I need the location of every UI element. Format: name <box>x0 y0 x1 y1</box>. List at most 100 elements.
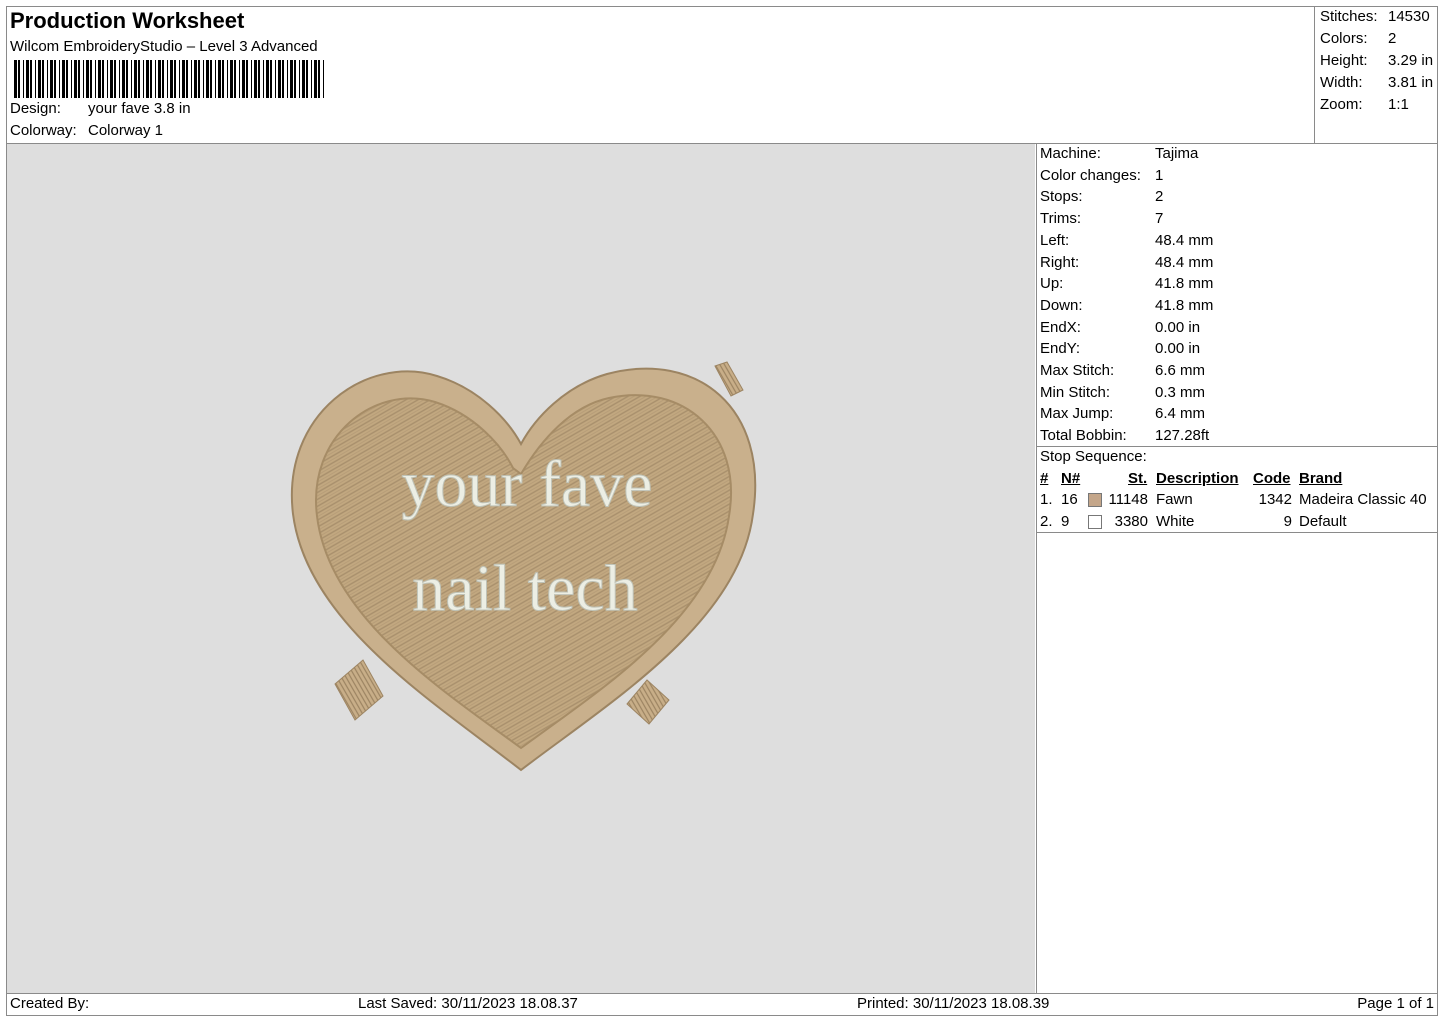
col-header-num: # <box>1040 470 1049 487</box>
machine-info-row: Trims: 7 <box>1040 210 1430 230</box>
machine-info-label: Down: <box>1040 296 1083 314</box>
col-header-description: Description <box>1156 470 1239 487</box>
col-header-code: Code <box>1253 470 1291 487</box>
machine-info-label: Min Stitch: <box>1040 383 1111 401</box>
machine-info-row: Down: 41.8 mm <box>1040 297 1430 317</box>
summary-value: 3.29 in <box>1388 52 1434 69</box>
machine-info-label: Left: <box>1040 231 1070 249</box>
embroidery-preview-image: your fave nail tech <box>290 361 757 772</box>
machine-info-label: Total Bobbin: <box>1040 427 1127 445</box>
summary-label: Height: <box>1320 52 1368 69</box>
colorway-row: Colorway: Colorway 1 <box>10 122 410 142</box>
colorway-value: Colorway 1 <box>88 122 164 139</box>
design-preview: your fave nail tech <box>7 144 1035 993</box>
machine-info-row: Min Stitch: 0.3 mm <box>1040 384 1430 404</box>
heart-text-line-1: your fave <box>401 448 652 521</box>
panel-divider <box>1036 143 1037 993</box>
barcode <box>14 60 324 98</box>
summary-row: Zoom: 1:1 <box>1320 96 1438 116</box>
machine-info-row: Right: 48.4 mm <box>1040 254 1430 274</box>
machine-info-value: 41.8 mm <box>1155 275 1214 293</box>
machine-info-value: 0.00 in <box>1155 318 1201 336</box>
row-stitches: 11148 <box>1108 491 1149 508</box>
row-description: White <box>1156 513 1195 530</box>
machine-info-value: 41.8 mm <box>1155 296 1214 314</box>
machine-info-value: 48.4 mm <box>1155 231 1214 249</box>
machine-info-label: Up: <box>1040 275 1064 293</box>
colorway-label: Colorway: <box>10 122 77 139</box>
machine-info-value: 1 <box>1155 166 1164 184</box>
summary-value: 2 <box>1388 30 1397 47</box>
machine-info-label: Machine: <box>1040 145 1101 162</box>
tab-bottom-left <box>334 659 384 721</box>
summary-value: 14530 <box>1388 8 1430 25</box>
row-stitches: 3380 <box>1114 513 1148 530</box>
worksheet-header: Production Worksheet Wilcom EmbroiderySt… <box>6 6 1314 143</box>
summary-row: Stitches: 14530 <box>1320 8 1438 28</box>
machine-info-row: Machine: Tajima <box>1040 145 1430 165</box>
machine-info-row: Stops: 2 <box>1040 188 1430 208</box>
summary-row: Width: 3.81 in <box>1320 74 1438 94</box>
summary-row: Colors: 2 <box>1320 30 1438 50</box>
summary-label: Width: <box>1320 74 1363 91</box>
color-swatch-fawn <box>1088 493 1102 507</box>
machine-info-label: Right: <box>1040 253 1080 271</box>
machine-info-row: Total Bobbin: 127.28ft <box>1040 427 1430 447</box>
machine-info-label: Stops: <box>1040 188 1083 206</box>
tab-bottom-right <box>626 679 670 725</box>
row-num: 2. <box>1040 513 1053 530</box>
row-n: 16 <box>1061 491 1078 508</box>
summary-label: Colors: <box>1320 30 1368 47</box>
col-header-st: St. <box>1128 470 1148 487</box>
printed-date: Printed: 30/11/2023 18.08.39 <box>857 995 1050 1012</box>
stop-sequence-table: # N# St. Description Code Brand 1. 16 11… <box>1040 470 1438 530</box>
col-header-brand: Brand <box>1299 470 1343 487</box>
machine-info-row: EndX: 0.00 in <box>1040 319 1430 339</box>
machine-info-row: Max Stitch: 6.6 mm <box>1040 362 1430 382</box>
worksheet-footer: Created By: Last Saved: 30/11/2023 18.08… <box>6 993 1438 1015</box>
machine-info-row: Max Jump: 6.4 mm <box>1040 405 1430 425</box>
design-row: Design: your fave 3.8 in <box>10 100 410 120</box>
machine-info-row: Left: 48.4 mm <box>1040 232 1430 252</box>
machine-info-value: 48.4 mm <box>1155 253 1214 271</box>
page-number: Page 1 of 1 <box>1357 995 1434 1012</box>
row-brand: Madeira Classic 40 <box>1299 491 1427 508</box>
machine-info-value: 0.3 mm <box>1155 383 1206 401</box>
stop-sequence-title: Stop Sequence: <box>1040 448 1147 465</box>
last-saved: Last Saved: 30/11/2023 18.08.37 <box>358 995 578 1012</box>
machine-info-value: 127.28ft <box>1155 427 1210 445</box>
summary-value: 3.81 in <box>1388 74 1434 91</box>
machine-info-value: 0.00 in <box>1155 340 1201 358</box>
machine-info-label: Color changes: <box>1040 166 1141 184</box>
row-code: 1342 <box>1258 491 1292 508</box>
machine-info-row: Color changes: 1 <box>1040 167 1430 187</box>
heart-text-line-2: nail tech <box>412 552 637 625</box>
row-code: 9 <box>1283 513 1292 530</box>
machine-info-value: 6.6 mm <box>1155 362 1206 379</box>
created-by: Created By: <box>10 995 90 1012</box>
row-n: 9 <box>1061 513 1070 530</box>
machine-info-value: 7 <box>1155 210 1164 228</box>
machine-info-label: EndY: <box>1040 340 1081 358</box>
machine-info-label: Trims: <box>1040 210 1082 228</box>
summary-label: Stitches: <box>1320 8 1378 25</box>
machine-info-value: 6.4 mm <box>1155 405 1206 423</box>
machine-info-row: Up: 41.8 mm <box>1040 275 1430 295</box>
machine-info-value: Tajima <box>1155 145 1199 162</box>
row-num: 1. <box>1040 491 1053 508</box>
color-swatch-white <box>1088 515 1102 529</box>
machine-info-row: EndY: 0.00 in <box>1040 340 1430 360</box>
sequence-divider <box>1036 532 1438 533</box>
summary-panel: Stitches: 14530 Colors: 2 Height: 3.29 in W… <box>1314 6 1439 143</box>
row-brand: Default <box>1299 513 1347 530</box>
page-title: Production Worksheet <box>10 8 245 33</box>
machine-info-value: 2 <box>1155 188 1164 206</box>
row-description: Fawn <box>1156 491 1193 508</box>
machine-info-label: Max Stitch: <box>1040 362 1115 379</box>
machine-info-label: Max Jump: <box>1040 405 1114 423</box>
summary-value: 1:1 <box>1388 96 1409 113</box>
design-label: Design: <box>10 100 61 117</box>
summary-row: Height: 3.29 in <box>1320 52 1438 72</box>
machine-info-label: EndX: <box>1040 318 1081 336</box>
software-name: Wilcom EmbroideryStudio – Level 3 Advanc… <box>10 38 318 55</box>
